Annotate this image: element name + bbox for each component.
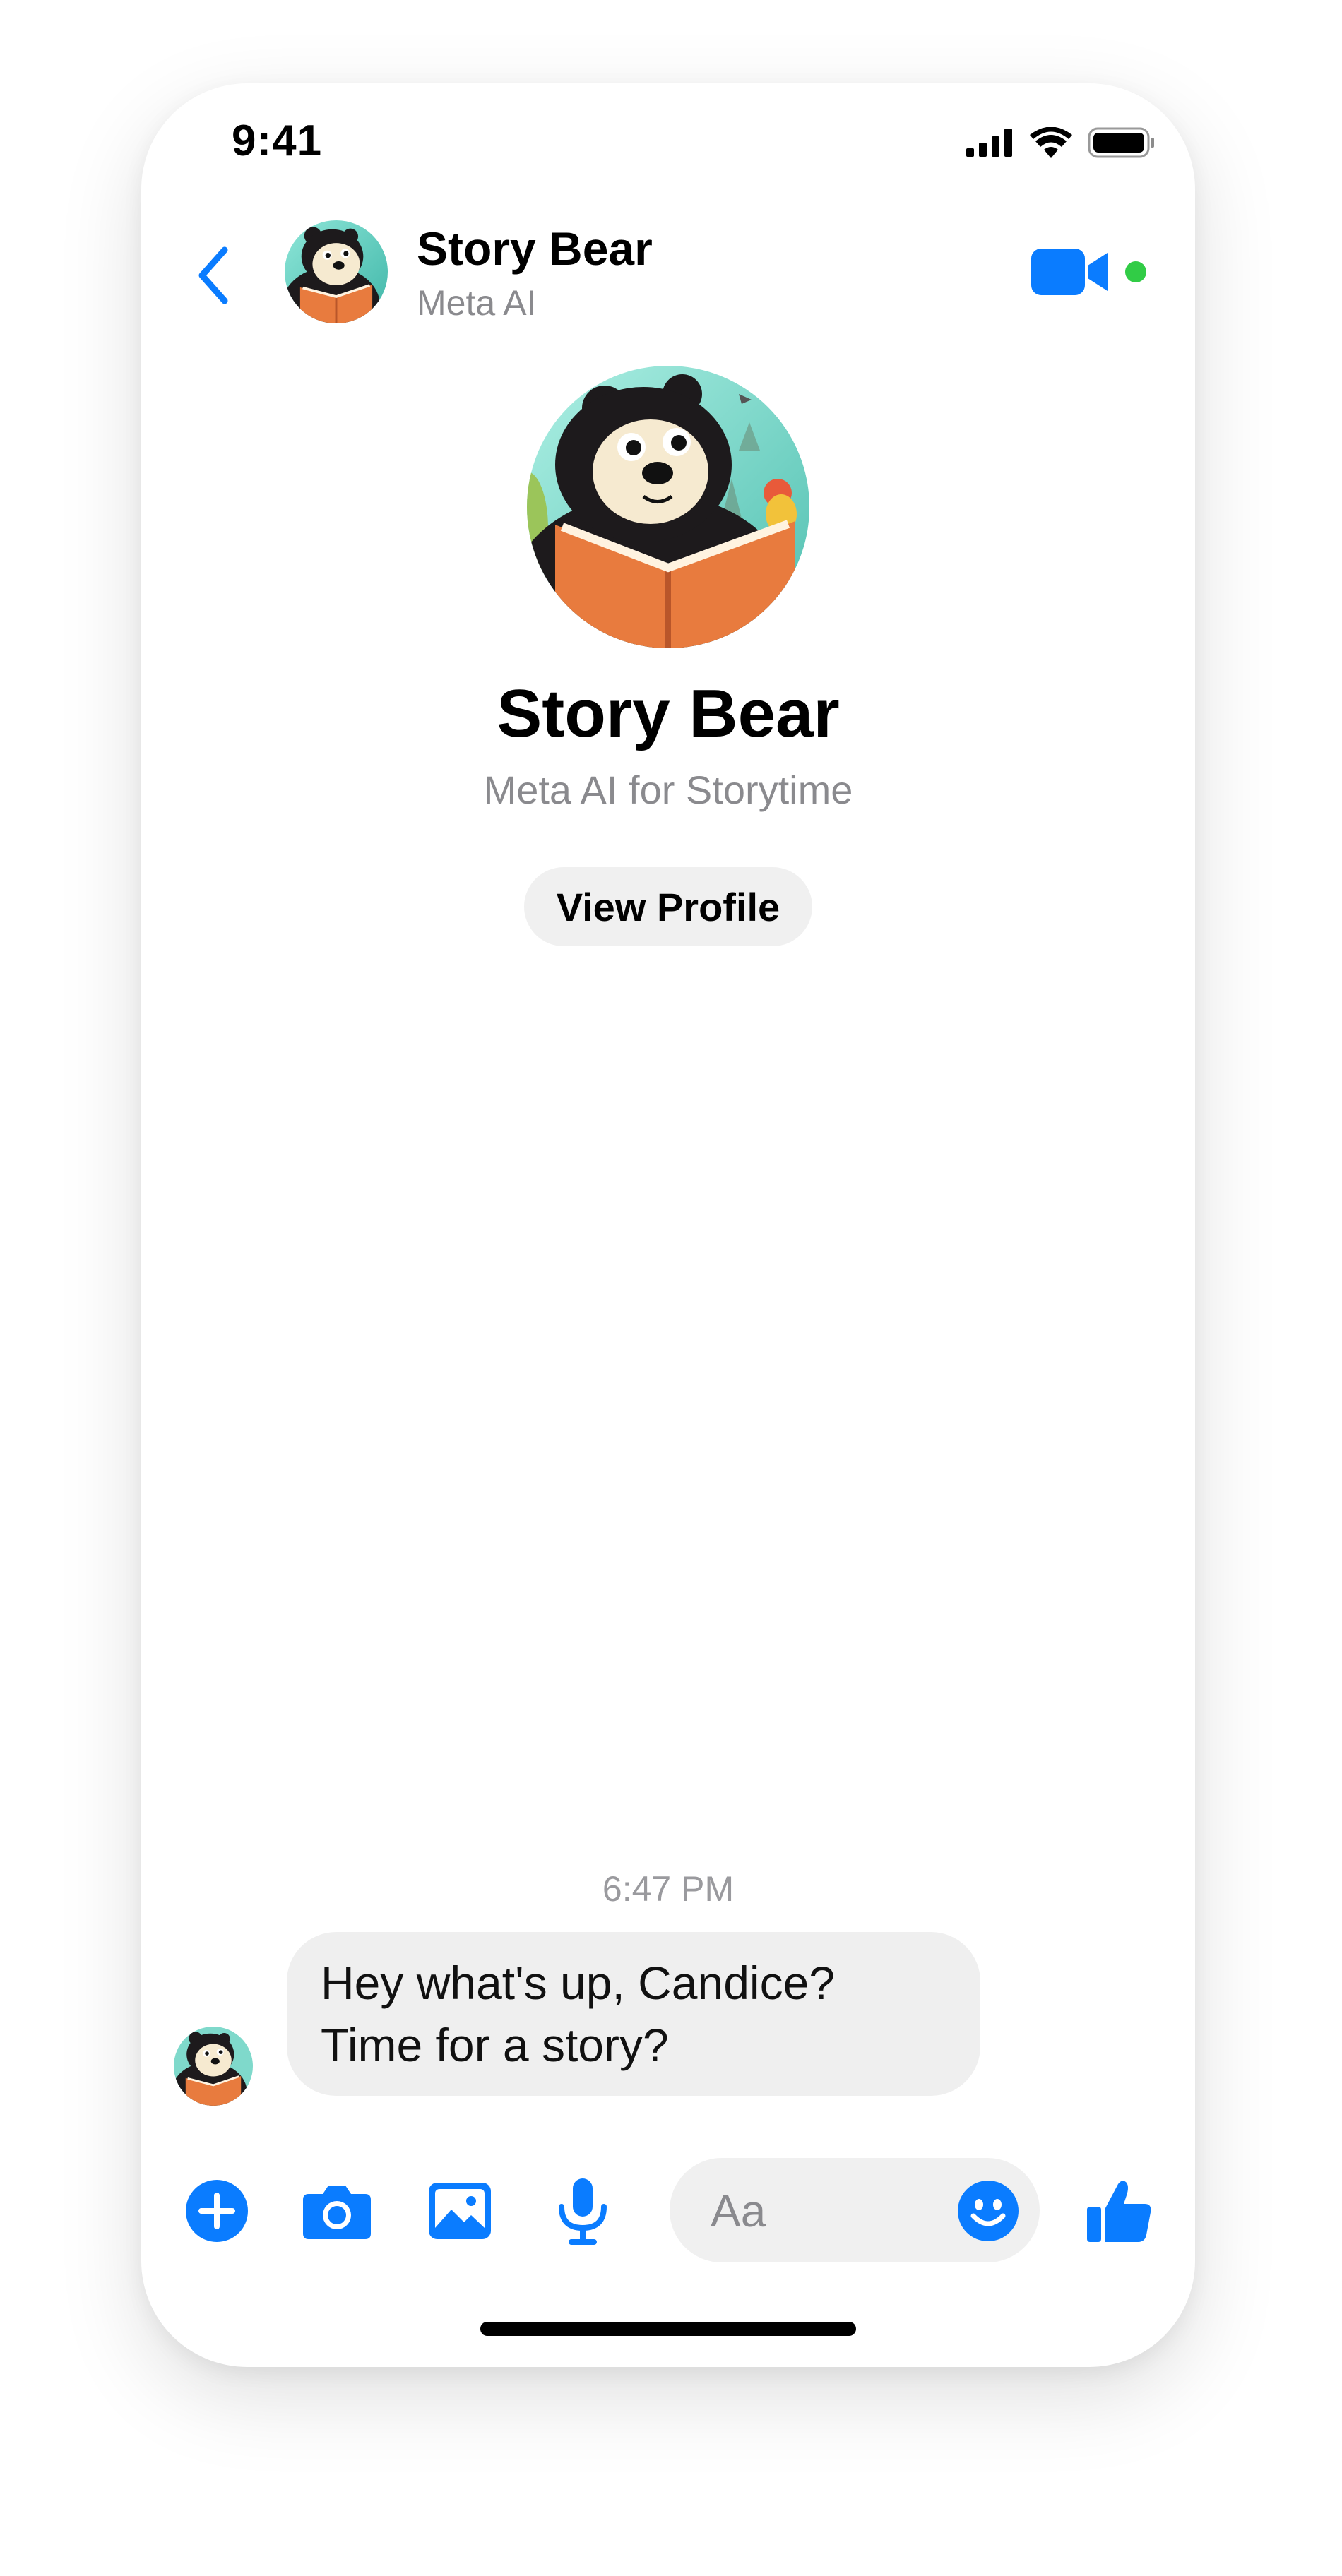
add-button[interactable] (178, 2172, 256, 2250)
profile-avatar (527, 366, 809, 648)
message-avatar (174, 2027, 253, 2106)
message-input-placeholder: Aa (711, 2186, 766, 2236)
emoji-icon (958, 2181, 1019, 2241)
cellular-signal-icon (966, 129, 1012, 157)
chevron-left-icon (198, 246, 228, 304)
back-button[interactable] (188, 240, 237, 311)
wifi-icon (1030, 127, 1072, 158)
camera-button[interactable] (298, 2172, 376, 2250)
status-time: 9:41 (232, 117, 323, 165)
home-indicator (480, 2322, 856, 2336)
profile-description: Meta AI for Storytime (483, 768, 853, 812)
like-button[interactable] (1081, 2172, 1158, 2250)
message-text-line: Time for a story? (321, 2019, 669, 2071)
header-subtitle: Meta AI (417, 283, 537, 323)
story-bear-avatar (174, 2027, 253, 2106)
view-profile-button[interactable]: View Profile (524, 867, 812, 946)
status-icons (966, 127, 1156, 158)
message-timestamp: 6:47 PM (602, 1869, 735, 1909)
story-bear-avatar (285, 220, 388, 323)
voice-button[interactable] (544, 2172, 622, 2250)
header-title: Story Bear (417, 222, 653, 275)
emoji-button[interactable] (956, 2179, 1020, 2243)
online-indicator (1125, 261, 1146, 282)
battery-icon (1088, 127, 1154, 158)
gallery-button[interactable] (421, 2172, 499, 2250)
video-camera-icon (1031, 249, 1146, 295)
plus-icon (186, 2180, 248, 2242)
camera-icon (303, 2186, 371, 2239)
thumbs-up-icon (1087, 2181, 1151, 2242)
story-bear-illustration (527, 366, 809, 648)
phone-screen: 9:41 Story Bear Meta AI Story Bear Meta … (141, 83, 1195, 2367)
message-input[interactable]: Aa (670, 2158, 1040, 2262)
profile-name: Story Bear (497, 676, 840, 751)
image-icon (429, 2183, 491, 2239)
header-avatar[interactable] (285, 220, 388, 323)
message-bubble[interactable]: Hey what's up, Candice? Time for a story… (287, 1932, 980, 2096)
message-text-line: Hey what's up, Candice? (321, 1957, 835, 2009)
video-call-button[interactable] (1030, 240, 1150, 304)
microphone-icon (559, 2178, 607, 2245)
